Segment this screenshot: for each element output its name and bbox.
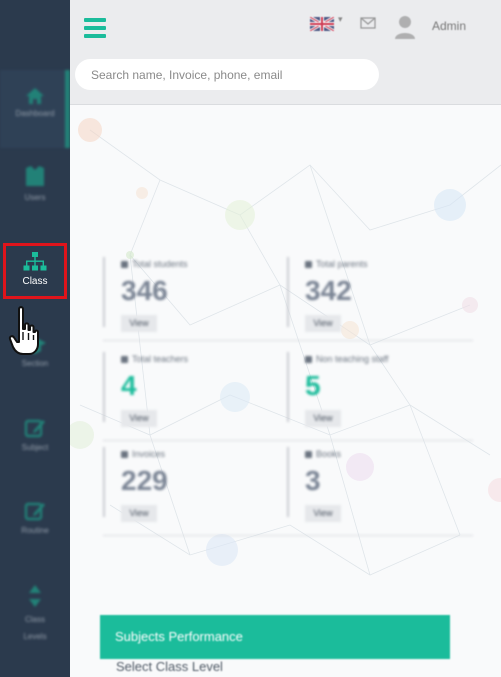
parent-icon xyxy=(305,261,312,268)
stat-label: Total students xyxy=(132,259,188,269)
stat-value: 3 xyxy=(305,465,321,496)
stat-label: Non teaching staff xyxy=(316,354,389,364)
stat-value: 229 xyxy=(121,465,168,496)
hand-pointer-icon xyxy=(8,306,39,355)
divider xyxy=(103,440,473,441)
divider xyxy=(103,535,473,536)
sidebar-item-subject[interactable]: Subject xyxy=(0,412,70,462)
stat-label: Invoices xyxy=(132,449,166,459)
top-header: ▾ Admin xyxy=(70,0,501,105)
view-button[interactable]: View xyxy=(121,315,157,332)
sidebar-item-users[interactable]: Users xyxy=(0,160,70,220)
divider xyxy=(103,340,473,341)
sidebar-item-label: Class xyxy=(22,276,48,287)
view-button[interactable]: View xyxy=(305,410,341,427)
stat-label: Total parents xyxy=(316,259,368,269)
sidebar-item-label: Routine xyxy=(21,526,49,535)
student-icon xyxy=(121,261,128,268)
mail-icon[interactable] xyxy=(360,16,376,34)
stat-value: 346 xyxy=(121,275,168,306)
search-input[interactable] xyxy=(75,59,379,90)
sidebar-item-class-levels[interactable]: Class Levels xyxy=(0,580,70,650)
edit-icon xyxy=(24,502,45,521)
sitemap-icon xyxy=(23,252,47,271)
sidebar-item-label: Class Levels xyxy=(23,615,47,641)
view-button[interactable]: View xyxy=(305,315,341,332)
book-icon xyxy=(305,451,312,458)
user-name[interactable]: Admin xyxy=(432,19,466,33)
staff-icon xyxy=(305,356,312,363)
teacher-icon xyxy=(121,356,128,363)
invoice-icon xyxy=(121,451,128,458)
sidebar-item-label: Users xyxy=(24,193,46,202)
sidebar-item-class[interactable]: Class xyxy=(3,243,67,299)
stat-value: 342 xyxy=(305,275,352,306)
select-class-level-label[interactable]: Select Class Level xyxy=(116,659,223,674)
sidebar-item-routine[interactable]: Routine xyxy=(0,495,70,545)
menu-toggle-icon[interactable] xyxy=(84,18,106,42)
sidebar-item-label: Subject xyxy=(21,443,49,452)
stat-label: Books xyxy=(316,449,342,459)
stats-panel: Total students 346 View Total parents 34… xyxy=(70,105,501,677)
chevron-down-icon[interactable]: ▾ xyxy=(338,14,343,25)
edit-icon xyxy=(24,419,45,438)
avatar-icon[interactable] xyxy=(394,14,416,45)
users-icon xyxy=(26,166,44,186)
view-button[interactable]: View xyxy=(121,505,157,522)
view-button[interactable]: View xyxy=(305,505,341,522)
stat-label: Total teachers xyxy=(132,354,189,364)
sidebar-item-dashboard[interactable]: Dashboard xyxy=(0,70,70,148)
language-flag-icon[interactable] xyxy=(309,15,335,36)
stat-value: 4 xyxy=(121,370,137,401)
main-content: Total students 346 View Total parents 34… xyxy=(70,105,501,677)
sidebar-item-label: Section xyxy=(21,359,49,368)
stat-value: 5 xyxy=(305,370,321,401)
subjects-performance-header: Subjects Performance xyxy=(100,615,450,659)
sidebar-item-label: Dashboard xyxy=(15,109,55,118)
home-icon xyxy=(26,88,44,104)
view-button[interactable]: View xyxy=(121,410,157,427)
sort-icon xyxy=(29,585,41,607)
